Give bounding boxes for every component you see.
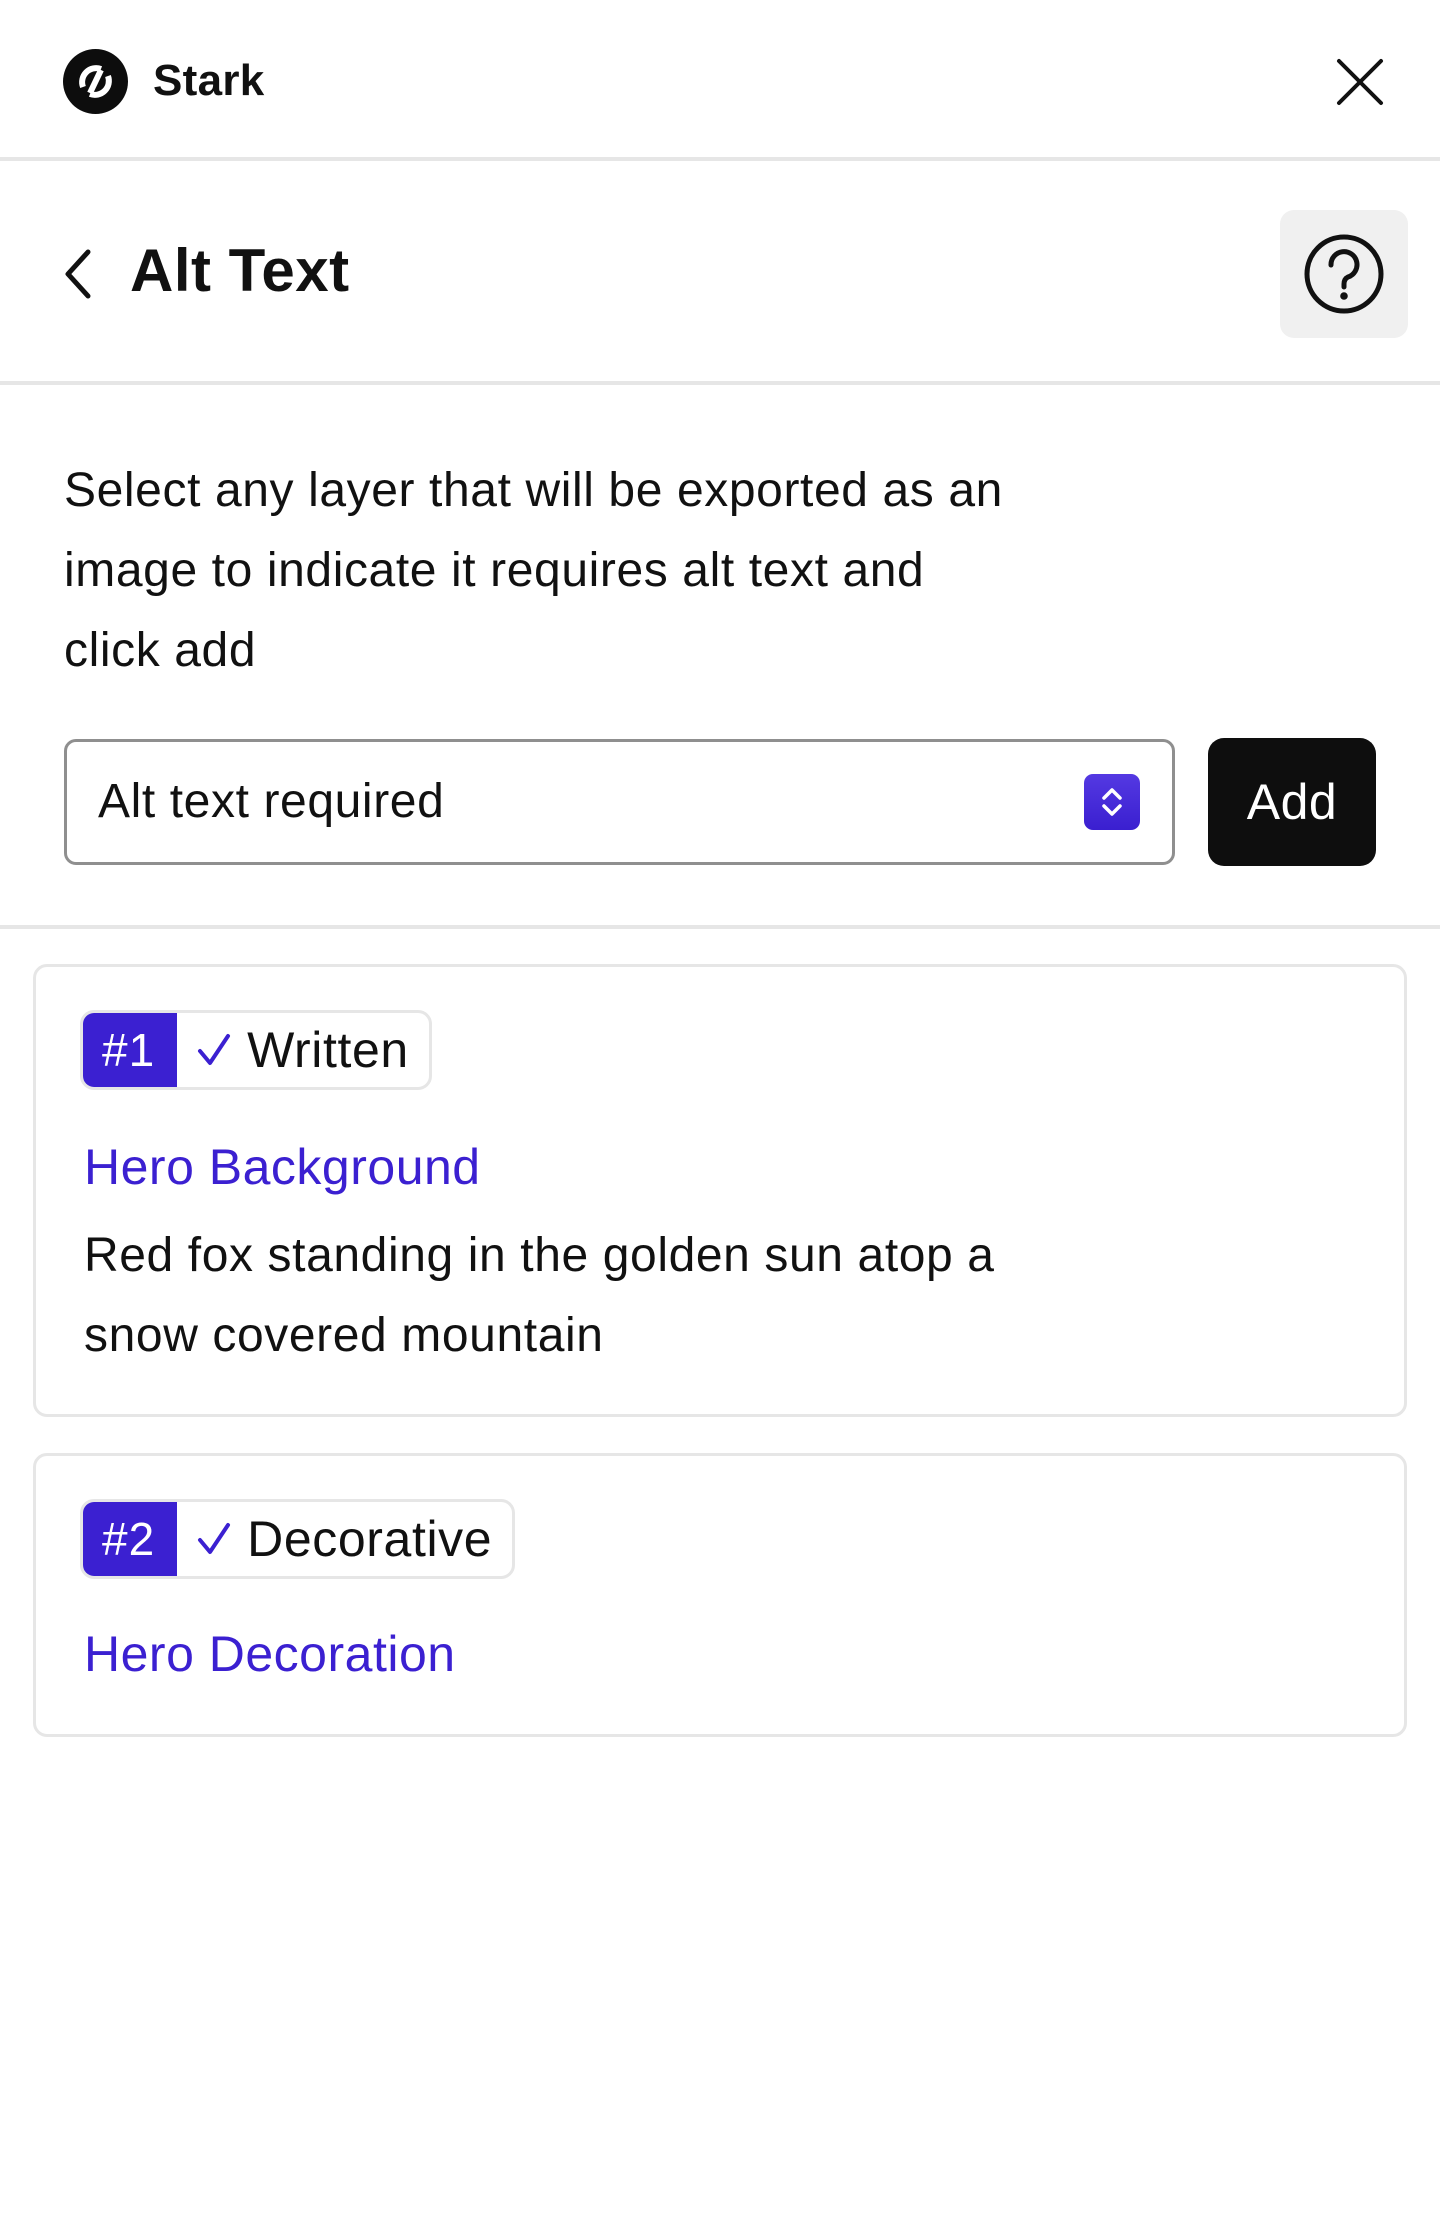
status-badge: #1 Written [80,1010,432,1090]
status-label: Decorative [247,1511,493,1567]
status-group: Decorative [177,1502,512,1576]
list-item[interactable]: #1 Written Hero Background Red fox stand… [33,964,1407,1417]
stark-logo-icon [63,49,128,114]
layer-name-link[interactable]: Hero Background [84,1137,481,1197]
checkmark-icon [198,1523,231,1554]
select-value: Alt text required [98,775,445,828]
question-circle-icon [1304,234,1384,314]
app-header: Stark [0,0,1440,158]
checkmark-icon [198,1034,231,1065]
chevron-left-icon [65,249,91,299]
alt-text-description: Red fox standing in the golden sun atop … [84,1229,995,1362]
status-group: Written [177,1013,429,1087]
close-button[interactable] [1330,52,1390,112]
instructions-text: Select any layer that will be exported a… [64,464,1003,677]
status-label: Written [247,1022,409,1078]
item-number: #1 [82,1013,178,1087]
back-button[interactable] [56,244,100,304]
item-number: #2 [83,1502,178,1576]
page-title: Alt Text [130,237,350,304]
help-button[interactable] [1280,210,1408,338]
layer-name-link[interactable]: Hero Decoration [84,1624,456,1684]
title-divider [0,381,1440,385]
header-divider [0,157,1440,161]
app-name: Stark [153,56,265,105]
close-icon [1337,59,1383,105]
up-down-stepper-icon [1084,774,1140,830]
controls-divider [0,925,1440,929]
add-button[interactable]: Add [1208,738,1376,866]
list-item[interactable]: #2 Decorative Hero Decoration [33,1453,1407,1737]
alt-text-type-select[interactable]: Alt text required [64,739,1175,865]
status-badge: #2 Decorative [80,1499,516,1579]
